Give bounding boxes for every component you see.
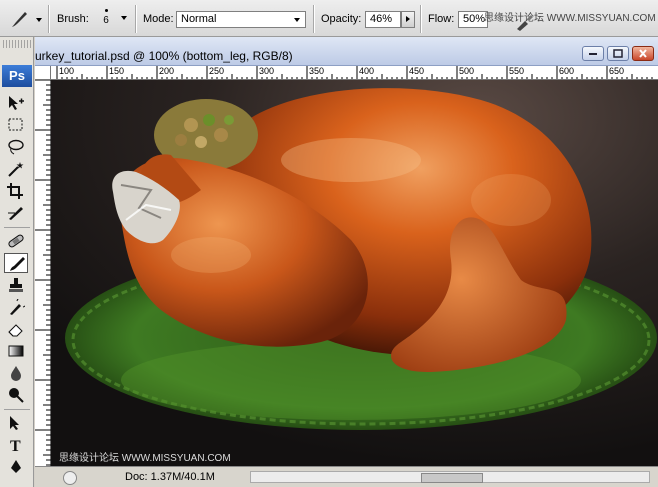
crop-icon (7, 183, 23, 199)
close-icon (639, 49, 647, 58)
mode-select[interactable]: Normal (176, 11, 306, 28)
watermark-text: 思缘设计论坛 WWW.MISSYUAN.COM (484, 13, 656, 24)
canvas-watermark: 思缘设计论坛 WWW.MISSYUAN.COM (59, 453, 231, 464)
brush-icon (12, 12, 27, 27)
flow-label: Flow: (428, 13, 455, 25)
lasso-tool[interactable] (4, 137, 28, 157)
arrow-icon (10, 416, 19, 430)
slice-icon (8, 207, 23, 220)
ruler-origin[interactable] (35, 66, 51, 80)
eraser-tool[interactable] (4, 319, 28, 339)
slice-tool[interactable] (4, 203, 28, 223)
opacity-slider-button[interactable] (401, 11, 415, 28)
brush-tool[interactable] (4, 253, 28, 273)
ruler-tick-label: 400 (359, 66, 375, 76)
tools-panel: Ps T (0, 37, 34, 487)
ruler-tick-label: 250 (209, 66, 225, 76)
document-title: urkey_tutorial.psd @ 100% (bottom_leg, R… (35, 49, 293, 63)
ruler-tick-label: 100 (59, 66, 75, 76)
photoshop-logo[interactable]: Ps (2, 65, 32, 87)
document-size: Doc: 1.37M/40.1M (125, 471, 215, 483)
vertical-ruler-ticks (35, 79, 51, 466)
chevron-down-icon (294, 18, 300, 22)
options-bar: Brush: 6 Mode: Normal Opacity: 46% Flow:… (0, 0, 658, 37)
clone-stamp-tool[interactable] (4, 275, 28, 295)
status-menu-button[interactable] (63, 471, 77, 485)
lasso-icon (8, 139, 24, 155)
ruler-tick-label: 550 (509, 66, 525, 76)
bandage-icon (8, 234, 24, 248)
ruler-tick-label: 350 (309, 66, 325, 76)
maximize-icon (613, 49, 623, 58)
dodge-tool[interactable] (4, 385, 28, 405)
mode-value: Normal (181, 13, 217, 25)
status-bar: Doc: 1.37M/40.1M (35, 466, 658, 487)
ruler-tick-label: 500 (459, 66, 475, 76)
gradient-tool[interactable] (4, 341, 28, 361)
dodge-icon (9, 388, 24, 403)
crop-tool[interactable] (4, 181, 28, 201)
minimize-button[interactable] (582, 46, 604, 61)
healing-brush-tool[interactable] (4, 231, 28, 251)
mode-label: Mode: (143, 13, 174, 25)
tool-preset-picker[interactable] (6, 6, 42, 32)
marquee-tool[interactable] (4, 115, 28, 135)
horizontal-scrollbar[interactable] (250, 471, 650, 483)
close-button[interactable] (632, 46, 654, 61)
horizontal-ruler[interactable]: 100 150 200 250 300 350 400 450 500 550 600 650 (51, 66, 658, 80)
airbrush-icon[interactable] (515, 13, 535, 33)
path-selection-tool[interactable] (4, 413, 28, 433)
vertical-ruler[interactable] (35, 79, 51, 466)
ruler-tick-label: 450 (409, 66, 425, 76)
brush-tip-icon (104, 9, 108, 12)
opacity-value: 46% (370, 13, 393, 25)
eraser-icon (8, 324, 23, 337)
flow-value: 50% (463, 13, 486, 25)
pen-tool[interactable] (4, 457, 28, 477)
brush-label: Brush: (57, 13, 89, 25)
chevron-down-icon (36, 18, 42, 22)
opacity-label: Opacity: (321, 13, 362, 25)
move-icon (9, 96, 24, 110)
type-tool[interactable]: T (4, 435, 28, 455)
magic-wand-icon (8, 162, 24, 177)
scrollbar-thumb[interactable] (421, 473, 483, 483)
document-titlebar[interactable]: urkey_tutorial.psd @ 100% (bottom_leg, R… (35, 37, 658, 66)
pen-icon (11, 460, 21, 473)
gradient-icon (8, 345, 24, 357)
maximize-button[interactable] (607, 46, 629, 61)
magic-wand-tool[interactable] (4, 159, 28, 179)
svg-text:T: T (10, 438, 21, 453)
ruler-tick-label: 300 (259, 66, 275, 76)
ruler-tick-label: 600 (559, 66, 575, 76)
blur-tool[interactable] (4, 363, 28, 383)
image-canvas[interactable]: 思缘设计论坛 WWW.MISSYUAN.COM (51, 80, 658, 466)
history-brush-icon (10, 299, 25, 315)
ruler-tick-label: 200 (159, 66, 175, 76)
marquee-icon (8, 118, 23, 131)
ruler-tick-label: 150 (109, 66, 125, 76)
type-icon: T (10, 438, 21, 453)
ruler-tick-label: 650 (609, 66, 625, 76)
panel-grip[interactable] (3, 40, 31, 48)
paintbrush-icon (10, 257, 25, 271)
opacity-input[interactable]: 46% (365, 11, 401, 28)
brush-dropdown-icon[interactable] (121, 16, 127, 20)
stamp-icon (9, 278, 23, 292)
brush-preset-picker[interactable]: 6 (94, 5, 118, 33)
document-window: urkey_tutorial.psd @ 100% (bottom_leg, R… (35, 37, 658, 487)
minimize-icon (589, 53, 597, 55)
turkey-painting (51, 80, 658, 466)
droplet-icon (11, 366, 21, 381)
move-tool[interactable] (4, 93, 28, 113)
history-brush-tool[interactable] (4, 297, 28, 317)
brush-size: 6 (103, 15, 109, 26)
